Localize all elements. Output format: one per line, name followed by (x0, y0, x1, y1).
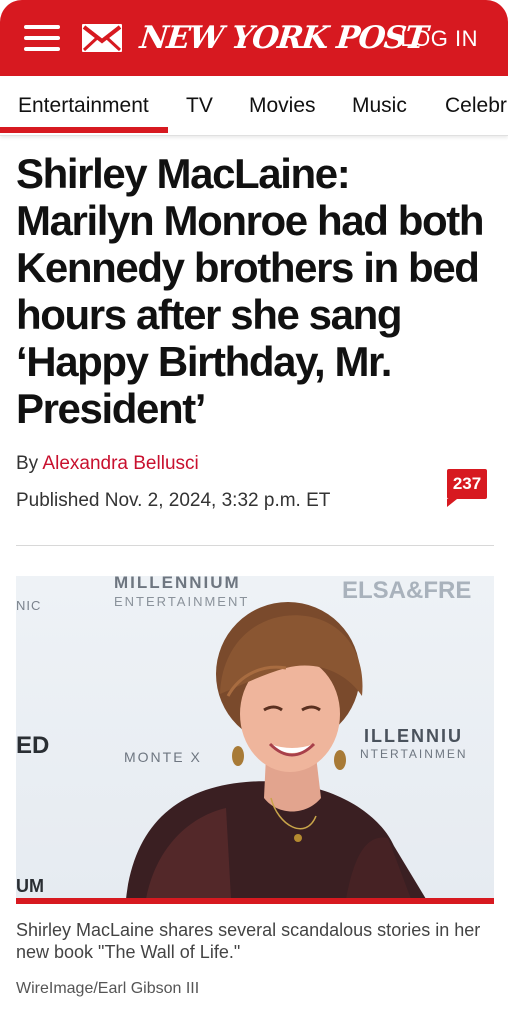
site-logo[interactable]: NEW YORK POST (138, 16, 429, 60)
author-link[interactable]: Alexandra Bellusci (42, 453, 198, 474)
article-headline: Shirley MacLaine: Marilyn Monroe had bot… (16, 150, 485, 432)
site-header: NEW YORK POST LOG IN (0, 0, 508, 76)
tab-music[interactable]: Music (352, 94, 407, 118)
backdrop-um: UM (16, 876, 44, 896)
backdrop-nic: NIC (16, 598, 41, 613)
published-date: Published Nov. 2, 2024, 3:32 p.m. ET (16, 490, 331, 511)
backdrop-elsa: ELSA&FRE (342, 577, 471, 604)
envelope-icon[interactable] (80, 22, 124, 54)
backdrop-entertainment: ENTERTAINMENT (114, 594, 249, 609)
photo-credit: WireImage/Earl Gibson III (16, 980, 200, 997)
byline: By Alexandra Bellusci (16, 453, 199, 475)
comment-count-badge[interactable]: 237 (447, 469, 487, 507)
backdrop-millenniu-right: ILLENNIU (364, 726, 463, 746)
byline-prefix: By (16, 453, 39, 474)
tab-celebrities[interactable]: Celebri (445, 94, 508, 118)
backdrop-ed: ED (16, 732, 49, 759)
tab-entertainment[interactable]: Entertainment (18, 94, 149, 118)
photo-accent-bar (16, 898, 494, 904)
active-tab-indicator (0, 127, 168, 133)
login-button[interactable]: LOG IN (400, 26, 478, 52)
article-photo[interactable]: MILLENNIUM ENTERTAINMENT ELSA&FRE NIC ED… (16, 576, 494, 899)
photo-caption: Shirley MacLaine shares several scandalo… (16, 920, 481, 962)
hamburger-menu-icon[interactable] (24, 22, 62, 54)
backdrop-monte: MONTE X (124, 749, 202, 765)
backdrop-millennium: MILLENNIUM (114, 576, 241, 592)
tab-tv[interactable]: TV (186, 94, 213, 118)
backdrop-entertainmen-right: NTERTAINMEN (360, 747, 468, 761)
tab-movies[interactable]: Movies (249, 94, 316, 118)
divider (16, 545, 494, 546)
